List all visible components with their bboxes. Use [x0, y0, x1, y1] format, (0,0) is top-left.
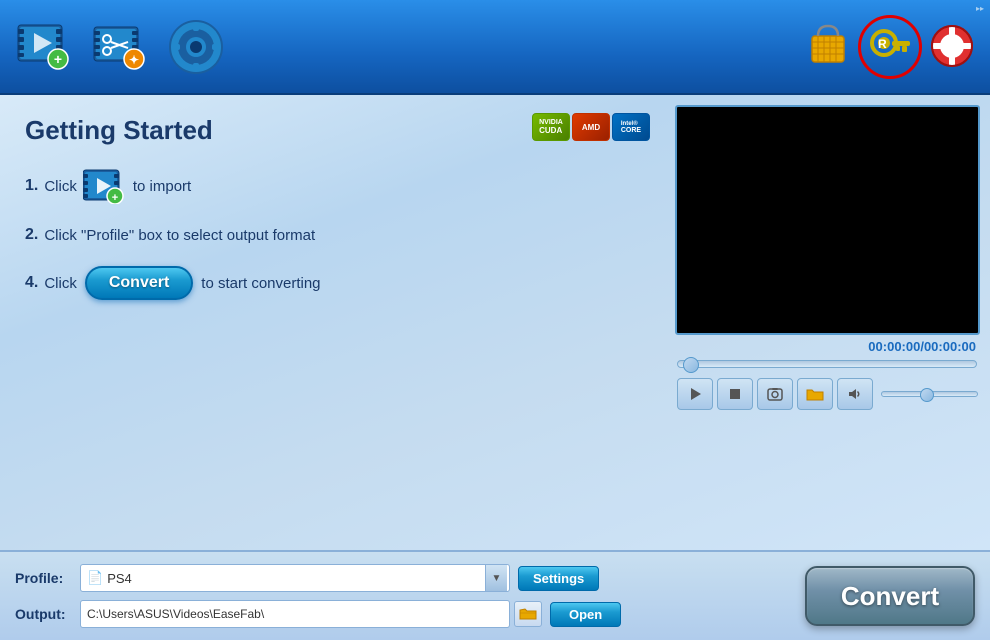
profile-icon: 📄 [87, 570, 103, 586]
svg-text:+: + [112, 192, 118, 204]
help-button[interactable] [924, 19, 980, 75]
toolbar-right: R [800, 19, 980, 75]
svg-text:R: R [878, 37, 887, 51]
step-4-num: 4. [25, 274, 38, 292]
time-display: 00:00:00/00:00:00 [675, 339, 980, 354]
progress-track [677, 360, 977, 368]
toolbar: ▸▸ + [0, 0, 990, 95]
step-1: 1. Click [25, 168, 645, 204]
open-folder-button[interactable] [797, 378, 833, 410]
register-button[interactable]: R [862, 19, 918, 75]
screenshot-button[interactable] [757, 378, 793, 410]
step-1-num: 1. [25, 177, 38, 195]
open-button[interactable]: Open [550, 602, 621, 627]
progress-bar[interactable] [675, 360, 980, 368]
play-button[interactable] [677, 378, 713, 410]
convert-inline-button[interactable]: Convert [85, 266, 193, 300]
add-video-button[interactable]: + [10, 13, 78, 81]
output-folder-icon[interactable] [514, 601, 542, 627]
main-area: Getting Started NVIDIA CUDA AMD Intel® C… [0, 95, 990, 550]
stop-button[interactable] [717, 378, 753, 410]
media-controls [675, 378, 980, 410]
step-2-num: 2. [25, 226, 38, 244]
step-1-text-before: Click [44, 178, 77, 195]
convert-main-button[interactable]: Convert [805, 566, 975, 626]
intel-badge: Intel® CORE [612, 113, 650, 141]
step-4-text-after: to start converting [201, 275, 320, 292]
step-1-icon: + [83, 168, 127, 204]
volume-track[interactable] [881, 391, 978, 397]
left-panel: Getting Started NVIDIA CUDA AMD Intel® C… [0, 95, 670, 550]
output-label: Output: [15, 606, 80, 622]
volume-thumb [920, 388, 934, 402]
right-panel: 00:00:00/00:00:00 [670, 95, 990, 550]
video-preview [675, 105, 980, 335]
toolbar-left: + ✦ [10, 13, 230, 81]
progress-thumb [683, 357, 699, 373]
volume-button[interactable] [837, 378, 873, 410]
step-4-text-before: Click [44, 275, 77, 292]
profile-label: Profile: [15, 570, 80, 586]
profile-value: PS4 [107, 571, 132, 586]
scroll-indicator: ▸▸ [976, 4, 984, 13]
shop-button[interactable] [800, 19, 856, 75]
settings-toolbar-button[interactable] [162, 13, 230, 81]
svg-text:+: + [54, 51, 62, 67]
settings-button[interactable]: Settings [518, 566, 599, 591]
profile-select[interactable]: 📄 PS4 ▼ [80, 564, 510, 592]
step-2-text: Click "Profile" box to select output for… [44, 227, 315, 244]
edit-button[interactable]: ✦ [86, 13, 154, 81]
step-4: 4. Click Convert to start converting [25, 266, 645, 300]
output-path-display: C:\Users\ASUS\Videos\EaseFab\ [80, 600, 510, 628]
bottom-bar: Profile: 📄 PS4 ▼ Settings Output: C:\Use… [0, 550, 990, 640]
steps-container: 1. Click [25, 168, 645, 300]
nvidia-badge: NVIDIA CUDA [532, 113, 570, 141]
step-1-text-after: to import [133, 178, 191, 195]
gpu-badges: NVIDIA CUDA AMD Intel® CORE [532, 113, 650, 141]
svg-text:✦: ✦ [129, 53, 139, 67]
select-arrow-icon[interactable]: ▼ [485, 565, 507, 591]
amd-badge: AMD [572, 113, 610, 141]
step-2: 2. Click "Profile" box to select output … [25, 226, 645, 244]
